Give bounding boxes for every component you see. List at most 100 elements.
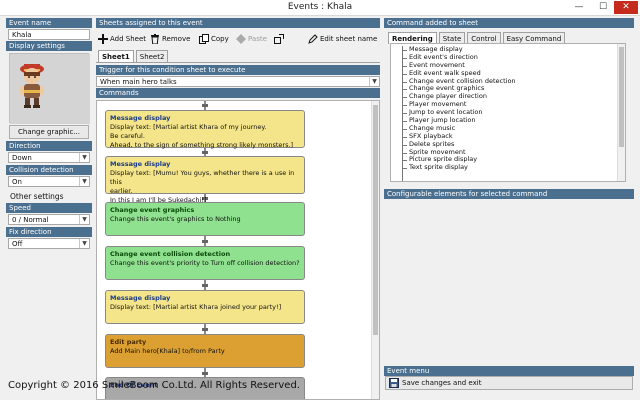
flow-connector: [202, 151, 208, 154]
save-icon: [389, 378, 399, 388]
edit-sheet-name-button[interactable]: Edit sheet name: [308, 32, 377, 45]
tab-sheet2[interactable]: Sheet2: [135, 50, 169, 62]
scrollbar-thumb[interactable]: [619, 47, 624, 147]
edit-sheet-name-label: Edit sheet name: [320, 34, 378, 43]
fix-direction-select[interactable]: Off ▼: [8, 238, 90, 249]
command-palette-panel: Command added to sheet Rendering State C…: [384, 16, 634, 400]
flow-connector: [202, 284, 208, 287]
command-title: Change event graphics: [110, 206, 195, 214]
save-and-exit-button[interactable]: Save changes and exit: [385, 376, 633, 390]
command-line: Change this event's graphics to Nothing: [110, 215, 241, 223]
command-line: earlier.: [110, 187, 133, 195]
add-sheet-label: Add Sheet: [110, 34, 147, 43]
close-button[interactable]: ✕: [614, 1, 638, 14]
event-name-header: Event name: [6, 18, 92, 28]
flow-connector: [202, 328, 208, 331]
flow-connector: [202, 372, 208, 375]
remove-sheet-button[interactable]: Remove: [150, 32, 190, 45]
chevron-down-icon[interactable]: ▼: [79, 177, 89, 186]
flow-connector: [202, 240, 208, 243]
change-graphic-button[interactable]: Change graphic...: [9, 125, 89, 139]
command-line: Display text: [Martial artist Khara of m…: [110, 123, 267, 131]
chevron-down-icon[interactable]: ▼: [79, 239, 89, 248]
command-item[interactable]: Text sprite display: [391, 163, 625, 172]
command-line: Add Main hero[Khala] to/from Party: [110, 347, 225, 355]
character-portrait[interactable]: [9, 53, 90, 124]
pencil-icon: [308, 33, 318, 44]
sheet-toolbar: Add Sheet Remove Copy Paste Edit sheet n…: [96, 28, 380, 50]
trigger-value: When main hero talks: [100, 78, 177, 86]
window-titlebar: Events : Khala — ☐ ✕: [0, 0, 640, 16]
command-card[interactable]: Message display Display text: [Martial a…: [105, 290, 305, 324]
command-card[interactable]: Edit party Add Main hero[Khala] to/from …: [105, 334, 305, 368]
copy-sheet-button[interactable]: Copy: [199, 32, 229, 45]
window-title: Events : Khala: [287, 2, 353, 12]
command-title: Change event collision detection: [110, 250, 231, 258]
command-line: Display text: [Martial artist Khara join…: [110, 303, 282, 311]
event-name-field[interactable]: Khala: [8, 29, 90, 40]
copyright-text: Copyright © 2016 SmileBoom Co.Ltd. All R…: [8, 380, 300, 391]
expand-button[interactable]: [274, 32, 286, 45]
copy-label: Copy: [211, 34, 229, 43]
add-sheet-button[interactable]: Add Sheet: [98, 32, 146, 45]
command-line: Be careful.: [110, 132, 145, 140]
paste-label: Paste: [248, 34, 267, 43]
left-panel: Event name Khala Display settings Change…: [6, 16, 92, 249]
command-line: Change this event's priority to Turn off…: [110, 259, 300, 267]
command-title: Message display: [110, 114, 171, 122]
configurable-elements-header: Configurable elements for selected comma…: [384, 189, 634, 199]
collision-header: Collision detection: [6, 165, 92, 175]
command-line: Display text: [Mumu! You guys, whether t…: [110, 169, 295, 186]
command-tree-scrollbar[interactable]: [617, 44, 625, 181]
command-card[interactable]: Change event collision detection Change …: [105, 246, 305, 280]
fix-direction-header: Fix direction: [6, 227, 92, 237]
command-list[interactable]: Message display Display text: [Martial a…: [96, 100, 380, 400]
trigger-header: Trigger for this condition sheet to exec…: [96, 65, 380, 75]
sheets-panel: Sheets assigned to this event Add Sheet …: [96, 16, 380, 400]
speed-select[interactable]: 0 / Normal ▼: [8, 214, 90, 225]
collision-select[interactable]: On ▼: [8, 176, 90, 187]
command-list-scrollbar[interactable]: [371, 101, 379, 399]
direction-value: Down: [12, 154, 32, 162]
command-title: Message display: [110, 294, 171, 302]
other-settings-label: Other settings: [10, 192, 64, 201]
chevron-down-icon[interactable]: ▼: [369, 77, 379, 86]
expand-icon: [274, 33, 284, 44]
configurable-elements-area: [384, 200, 634, 364]
chevron-down-icon[interactable]: ▼: [79, 215, 89, 224]
plus-icon: [98, 33, 108, 44]
character-sprite-image: [10, 54, 90, 124]
sheet-tabs: Sheet1 Sheet2: [96, 50, 380, 62]
maximize-button[interactable]: ☐: [592, 1, 614, 14]
direction-select[interactable]: Down ▼: [8, 152, 90, 163]
collision-value: On: [12, 178, 22, 186]
command-card[interactable]: Message display Display text: [Mumu! You…: [105, 156, 305, 204]
commands-header: Commands: [96, 88, 380, 98]
command-line: Ahead, to the sign of something strong l…: [110, 141, 294, 149]
speed-value: 0 / Normal: [12, 216, 49, 224]
display-settings-header: Display settings: [6, 41, 92, 51]
minimize-button[interactable]: —: [568, 1, 590, 14]
remove-label: Remove: [162, 34, 191, 43]
direction-header: Direction: [6, 141, 92, 151]
trigger-select[interactable]: When main hero talks ▼: [96, 76, 380, 87]
speed-header: Speed: [6, 203, 92, 213]
command-card[interactable]: Message display Display text: [Martial a…: [105, 110, 305, 149]
sheets-header: Sheets assigned to this event: [96, 18, 380, 28]
scrollbar-thumb[interactable]: [373, 105, 378, 335]
command-title: Message display: [110, 160, 171, 168]
flow-connector: [202, 104, 208, 107]
command-tree[interactable]: Message display Edit event's direction E…: [390, 43, 626, 182]
command-card[interactable]: Change event graphics Change this event'…: [105, 202, 305, 236]
fix-direction-value: Off: [12, 240, 23, 248]
chevron-down-icon[interactable]: ▼: [79, 153, 89, 162]
command-title: Edit party: [110, 338, 147, 346]
paste-icon: [236, 33, 246, 44]
event-menu-header: Event menu: [384, 366, 634, 376]
trash-icon: [150, 33, 160, 44]
paste-sheet-button[interactable]: Paste: [236, 32, 267, 45]
command-added-header: Command added to sheet: [384, 18, 634, 28]
save-and-exit-label: Save changes and exit: [402, 379, 482, 387]
tab-sheet1[interactable]: Sheet1: [98, 50, 134, 62]
app-body: Event name Khala Display settings Change…: [0, 16, 640, 400]
